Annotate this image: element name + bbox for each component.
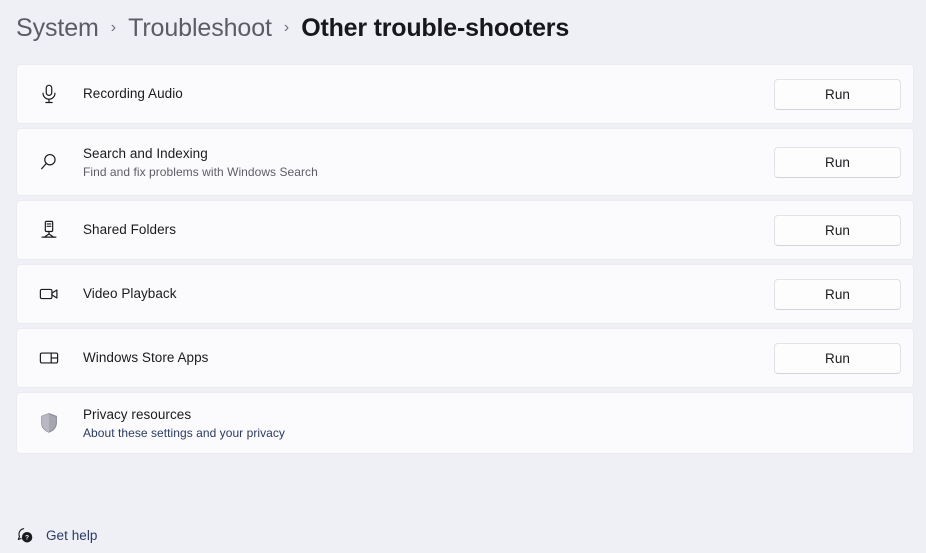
- run-button-shared-folders[interactable]: Run: [774, 214, 901, 246]
- list-item-video-playback[interactable]: Video Playback Run: [16, 264, 914, 324]
- microphone-icon: [31, 78, 67, 110]
- list-item-title: Search and Indexing: [83, 145, 208, 161]
- privacy-link[interactable]: About these settings and your privacy: [83, 425, 901, 441]
- settings-page: System › Troubleshoot › Other trouble-sh…: [0, 0, 926, 553]
- list-item-privacy-resources[interactable]: Privacy resources About these settings a…: [16, 392, 914, 454]
- run-button-video-playback[interactable]: Run: [774, 278, 901, 310]
- shield-icon: [31, 407, 67, 439]
- list-item-title: Shared Folders: [83, 222, 176, 237]
- network-share-icon: [31, 214, 67, 246]
- breadcrumb-item-system[interactable]: System: [16, 13, 99, 43]
- search-icon: [31, 146, 67, 178]
- list-item-text: Video Playback: [67, 285, 774, 303]
- list-item-text: Shared Folders: [67, 221, 774, 239]
- run-button-recording-audio[interactable]: Run: [774, 78, 901, 110]
- troubleshooter-list: Recording Audio Run Search and Indexing …: [16, 64, 914, 454]
- list-item-text: Recording Audio: [67, 85, 774, 103]
- breadcrumb: System › Troubleshoot › Other trouble-sh…: [16, 8, 569, 48]
- store-apps-icon: [31, 342, 67, 374]
- chevron-right-icon: ›: [110, 19, 117, 36]
- video-camera-icon: [31, 278, 67, 310]
- run-button-search-and-indexing[interactable]: Run: [774, 146, 901, 178]
- list-item-title: Video Playback: [83, 286, 177, 301]
- list-item-text: Search and Indexing Find and fix problem…: [67, 145, 774, 180]
- privacy-title: Privacy resources: [83, 406, 192, 422]
- list-item-search-and-indexing[interactable]: Search and Indexing Find and fix problem…: [16, 128, 914, 196]
- list-item-title: Windows Store Apps: [83, 350, 209, 365]
- list-item-recording-audio[interactable]: Recording Audio Run: [16, 64, 914, 124]
- list-item-text: Windows Store Apps: [67, 349, 774, 367]
- run-button-windows-store-apps[interactable]: Run: [774, 342, 901, 374]
- help-question-icon: ?: [14, 524, 36, 546]
- svg-text:?: ?: [25, 534, 29, 541]
- list-item-subtitle: Find and fix problems with Windows Searc…: [83, 164, 318, 179]
- get-help-row[interactable]: ? Get help: [14, 524, 97, 546]
- list-item-text: Privacy resources About these settings a…: [67, 406, 901, 441]
- chevron-right-icon: ›: [283, 19, 290, 36]
- get-help-label[interactable]: Get help: [46, 528, 97, 543]
- page-title: Other trouble-shooters: [301, 14, 570, 42]
- list-item-windows-store-apps[interactable]: Windows Store Apps Run: [16, 328, 914, 388]
- list-item-title: Recording Audio: [83, 86, 183, 101]
- list-item-shared-folders[interactable]: Shared Folders Run: [16, 200, 914, 260]
- breadcrumb-item-troubleshoot[interactable]: Troubleshoot: [128, 13, 272, 43]
